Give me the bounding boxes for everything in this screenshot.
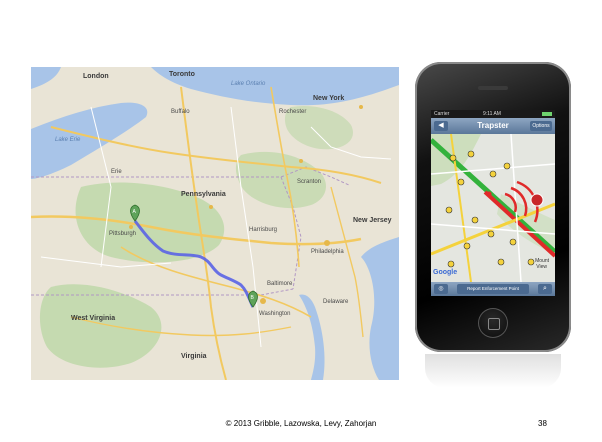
map-label-west-virginia: West Virginia [71, 315, 116, 322]
map-label-pennsylvania: Pennsylvania [181, 191, 226, 198]
trapster-map[interactable]: Google Mount View [431, 133, 555, 283]
map-label-view: View [536, 264, 547, 270]
map-label-erie: Erie [111, 169, 122, 175]
map-label-scranton: Scranton [297, 179, 322, 185]
map-label-toronto: Toronto [169, 71, 195, 78]
home-button[interactable] [478, 308, 508, 338]
speaker-grille [478, 86, 508, 90]
map-label-rochester: Rochester [279, 109, 307, 115]
nav-bar: ◀ Trapster Options [431, 118, 555, 134]
map-label-new-jersey: New Jersey [353, 217, 392, 224]
phone-reflection [425, 354, 561, 388]
map-label-lake-erie: Lake Erie [55, 137, 81, 143]
options-button[interactable]: Options [530, 121, 552, 131]
map-label-washington: Washington [259, 311, 291, 317]
battery-icon [542, 112, 552, 116]
map-label-new-york: New York [313, 95, 345, 102]
map-label-baltimore: Baltimore [267, 281, 293, 287]
search-button[interactable]: ⌕ [538, 284, 552, 294]
report-enforcement-point-button[interactable]: Report Enforcement Point [457, 284, 529, 294]
map-label-delaware: Delaware [323, 299, 349, 305]
google-logo: Google [433, 269, 458, 276]
map-label-virginia: Virginia [181, 353, 207, 360]
slide: A B London Toronto Lake Ontario Rocheste… [0, 0, 602, 442]
road-map: A B London Toronto Lake Ontario Rocheste… [31, 67, 399, 380]
map-label-pittsburgh: Pittsburgh [109, 231, 137, 237]
road-map-canvas: A B [31, 67, 399, 380]
slide-number: 38 [538, 419, 547, 428]
phone-screen: Carrier 9:11 AM ◀ Trapster Options Googl… [431, 110, 555, 296]
carrier-text: Carrier [434, 111, 450, 117]
map-label-philadelphia: Philadelphia [311, 249, 344, 255]
map-label-buffalo: Buffalo [171, 109, 190, 115]
status-time: 9:11 AM [483, 111, 501, 117]
iphone-device: Carrier 9:11 AM ◀ Trapster Options Googl… [415, 62, 571, 352]
map-label-harrisburg: Harrisburg [249, 227, 278, 233]
bottom-toolbar: ◎ Report Enforcement Point ⌕ [431, 282, 555, 296]
map-label-lake-ontario: Lake Ontario [231, 81, 266, 87]
locate-button[interactable]: ◎ [434, 284, 448, 294]
footer-copyright: © 2013 Gribble, Lazowska, Levy, Zahorjan [225, 419, 377, 428]
status-bar: Carrier 9:11 AM [431, 110, 555, 118]
map-label-london: London [83, 73, 109, 80]
